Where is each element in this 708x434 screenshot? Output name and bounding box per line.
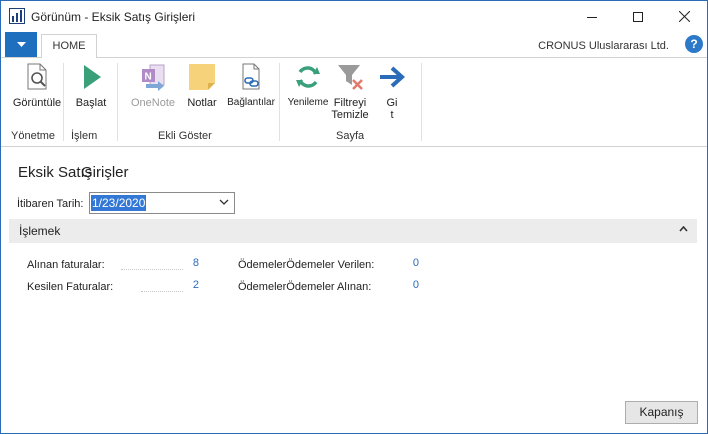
clear-filter-button[interactable]: Filtreyi Temizle xyxy=(329,61,371,121)
dynamics-nav-icon xyxy=(9,8,25,24)
start-label: Başlat xyxy=(75,97,107,109)
ribbon: Görüntüle Başlat N OneNote Notlar Bağlan… xyxy=(1,58,707,147)
ribbon-tab-row: HOME CRONUS Uluslararası Ltd. ? xyxy=(1,32,707,59)
arrow-right-icon xyxy=(376,61,408,93)
minimize-button[interactable] xyxy=(569,1,615,32)
go-to-label-line1: Gi xyxy=(386,97,398,109)
clear-filter-icon xyxy=(334,61,366,93)
fasttab-header[interactable]: İşlemek xyxy=(9,219,697,243)
field-value-issued-invoices[interactable]: 2 xyxy=(183,279,199,291)
notes-label: Notlar xyxy=(187,97,217,109)
refresh-button[interactable]: Yenileme xyxy=(285,61,331,121)
field-label-payments-given: ÖdemelerÖdemeler Verilen: xyxy=(238,259,375,271)
onenote-button: N OneNote xyxy=(127,61,179,121)
notes-button[interactable]: Notlar xyxy=(185,61,219,121)
field-leader xyxy=(141,291,183,292)
fasttab-title: İşlemek xyxy=(19,224,61,238)
svg-text:N: N xyxy=(145,72,152,83)
go-to-button[interactable]: Gi t xyxy=(377,61,407,121)
field-label-issued-invoices: Kesilen Faturalar: xyxy=(27,281,114,293)
page-subtitle: Girişler xyxy=(81,164,129,181)
field-value-payments-received[interactable]: 0 xyxy=(403,279,419,291)
close-icon xyxy=(678,11,690,22)
links-label: Bağlantılar xyxy=(227,97,275,108)
maximize-button[interactable] xyxy=(615,1,661,32)
ribbon-separator xyxy=(421,63,422,141)
group-label-manage: Yönetme xyxy=(11,130,56,142)
start-button[interactable]: Başlat xyxy=(75,61,107,121)
title-bar: Görünüm - Eksik Satış Girişleri xyxy=(1,1,707,32)
application-menu-button[interactable] xyxy=(5,32,37,57)
window: Görünüm - Eksik Satış Girişleri HOME CRO… xyxy=(0,0,708,434)
close-button[interactable]: Kapanış xyxy=(625,401,698,424)
date-field-label: İtibaren Tarih: xyxy=(17,198,84,210)
view-label: Görüntüle xyxy=(12,97,62,109)
tab-home[interactable]: HOME xyxy=(41,34,97,59)
view-document-icon xyxy=(21,61,53,93)
ribbon-separator xyxy=(117,63,118,141)
onenote-label: OneNote xyxy=(130,97,176,109)
group-label-page: Sayfa xyxy=(336,130,365,142)
minimize-icon xyxy=(587,16,597,18)
company-name[interactable]: CRONUS Uluslararası Ltd. xyxy=(538,40,669,52)
chevron-up-icon[interactable] xyxy=(679,226,688,232)
field-leader xyxy=(121,269,183,270)
maximize-icon xyxy=(633,11,643,22)
date-field-value[interactable]: 1/23/2020 xyxy=(91,195,147,211)
window-title: Görünüm - Eksik Satış Girişleri xyxy=(31,10,196,24)
group-label-show-attached: Ekli Göster xyxy=(158,130,212,142)
chevron-down-icon[interactable] xyxy=(219,199,229,206)
onenote-icon: N xyxy=(137,61,169,93)
ribbon-separator xyxy=(279,63,280,141)
refresh-label: Yenileme xyxy=(287,97,329,108)
date-field[interactable]: 1/23/2020 xyxy=(89,192,235,214)
group-label-process: İşlem xyxy=(71,130,98,142)
refresh-icon xyxy=(292,61,324,93)
clear-filter-label-line2: Temizle xyxy=(331,109,369,121)
go-to-label-line2: t xyxy=(390,109,394,121)
clear-filter-label-line1: Filtreyi xyxy=(333,97,367,109)
link-document-icon xyxy=(235,61,267,93)
go-to-label: Gi t xyxy=(387,97,398,121)
play-icon xyxy=(75,61,107,93)
clear-filter-label: Filtreyi Temizle xyxy=(331,97,368,121)
view-button[interactable]: Görüntüle xyxy=(12,61,62,121)
ribbon-separator xyxy=(63,63,64,141)
help-icon[interactable]: ? xyxy=(685,35,703,53)
field-value-payments-given[interactable]: 0 xyxy=(403,257,419,269)
links-button[interactable]: Bağlantılar xyxy=(227,61,275,121)
caret-down-icon xyxy=(16,41,26,47)
field-label-payments-received: ÖdemelerÖdemeler Alınan: xyxy=(238,281,372,293)
sticky-note-icon xyxy=(186,61,218,93)
field-value-received-invoices[interactable]: 8 xyxy=(183,257,199,269)
close-window-button[interactable] xyxy=(661,1,707,32)
field-label-received-invoices: Alınan faturalar: xyxy=(27,259,105,271)
